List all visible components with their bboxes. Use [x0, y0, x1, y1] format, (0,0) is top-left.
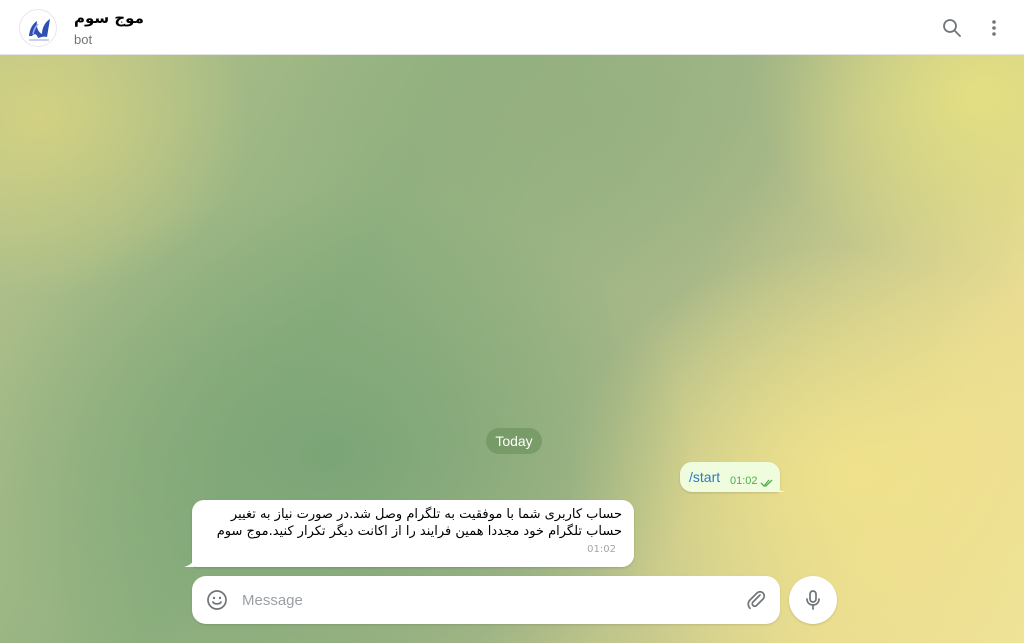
paperclip-icon[interactable] — [744, 588, 768, 612]
more-vertical-icon[interactable] — [979, 13, 1009, 43]
double-check-icon — [760, 475, 774, 493]
chat-header: موج سوم bot — [0, 0, 1024, 55]
message-time: 01:02 — [730, 475, 758, 487]
message-text: /start — [689, 469, 721, 485]
message-input[interactable] — [242, 588, 722, 612]
bot-logo-icon[interactable] — [19, 9, 57, 47]
message-body: حساب کاربری شما با موفقیت به تلگرام وصل … — [202, 506, 622, 558]
bubble-tail — [776, 482, 786, 492]
search-icon[interactable] — [937, 13, 967, 43]
chat-title[interactable]: موج سوم — [74, 9, 144, 27]
date-separator: Today — [486, 428, 542, 454]
message-time: 01:02 — [587, 544, 616, 555]
message-text: حساب کاربری شما با موفقیت به تلگرام وصل … — [216, 507, 622, 539]
outgoing-message[interactable]: /start 01:02 — [680, 462, 780, 492]
incoming-message[interactable]: حساب کاربری شما با موفقیت به تلگرام وصل … — [192, 500, 634, 567]
message-composer — [192, 576, 780, 624]
emoji-icon[interactable] — [205, 588, 229, 612]
microphone-icon[interactable] — [789, 576, 837, 624]
chat-subtitle: bot — [74, 32, 93, 47]
bubble-tail — [184, 556, 194, 567]
